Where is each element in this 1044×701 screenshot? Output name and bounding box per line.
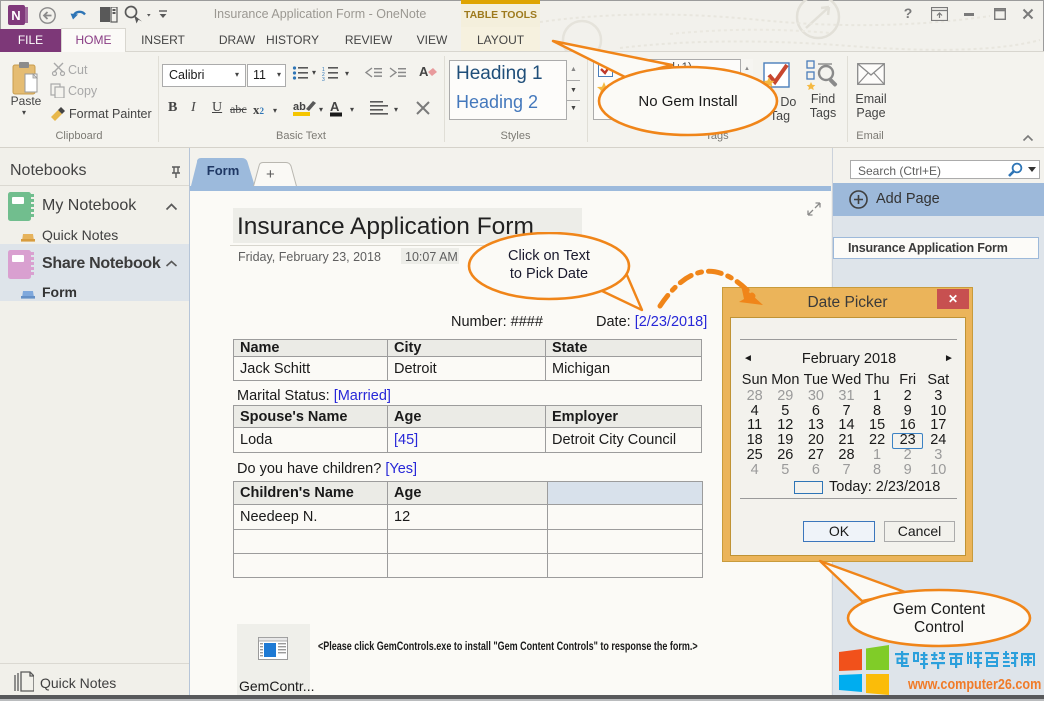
svg-text:Gem Content: Gem Content [893,601,986,618]
svg-text:to Pick Date: to Pick Date [510,266,588,282]
svg-text:No Gem Install: No Gem Install [638,93,737,110]
svg-text:Control: Control [914,619,964,636]
svg-text:N: N [11,8,20,23]
svg-text:Click on Text: Click on Text [508,248,590,264]
